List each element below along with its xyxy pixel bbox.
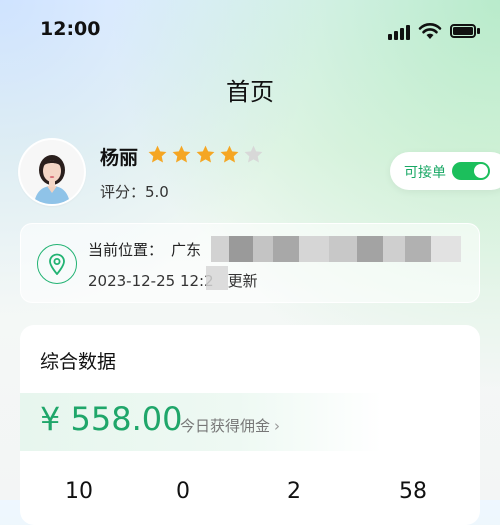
earnings-link[interactable]: 今日获得佣金 ›: [180, 415, 280, 436]
stat-value-3: 2: [287, 479, 301, 504]
battery-icon: [450, 24, 480, 38]
location-updated-suffix: 更新: [227, 272, 258, 290]
location-label: 当前位置：: [88, 241, 164, 259]
earnings-amount: ¥ 558.00: [40, 400, 183, 438]
status-time: 12:00: [40, 18, 101, 40]
summary-data-title: 综合数据: [40, 351, 117, 373]
location-updated-time: 2023-12-25 12:2 更新: [88, 270, 258, 291]
redacted-address-blur: [211, 236, 461, 262]
status-bar: 12:00: [0, 0, 500, 60]
stat-value-2: 0: [176, 479, 190, 504]
wifi-icon: [418, 22, 442, 40]
location-value: 广东: [171, 241, 202, 259]
location-pin-icon: [37, 244, 77, 284]
summary-data-card: 综合数据 ¥ 558.00 今日获得佣金 › 10 0 2 58: [20, 325, 480, 525]
earnings-label: 今日获得佣金: [180, 417, 271, 435]
earnings-row[interactable]: ¥ 558.00 今日获得佣金 ›: [20, 393, 382, 451]
stat-value-1: 10: [65, 479, 93, 504]
star-empty-icon: [244, 145, 263, 163]
signal-icon: [388, 24, 412, 40]
page-title: 首页: [226, 78, 274, 106]
stat-value-4: 58: [399, 479, 427, 504]
star-filled-icon: [148, 145, 167, 163]
location-updated-timestamp: 2023-12-25 12:2: [88, 272, 214, 290]
accept-orders-toggle[interactable]: 可接单: [390, 152, 500, 190]
avatar[interactable]: [20, 140, 84, 204]
user-name: 杨丽: [100, 147, 139, 169]
rating-stars: [147, 144, 264, 166]
accept-orders-label: 可接单: [404, 165, 446, 181]
star-filled-icon: [172, 145, 191, 163]
location-card: 当前位置： 广东 2023-12-25 12:2 更新: [20, 223, 480, 303]
rating-score: 评分：5.0: [100, 183, 169, 201]
chevron-right-icon: ›: [274, 417, 281, 435]
star-filled-icon: [220, 145, 239, 163]
accept-orders-switch[interactable]: [452, 162, 490, 180]
switch-knob: [474, 164, 488, 178]
redacted-time-blur: [206, 266, 228, 290]
star-filled-icon: [196, 145, 215, 163]
